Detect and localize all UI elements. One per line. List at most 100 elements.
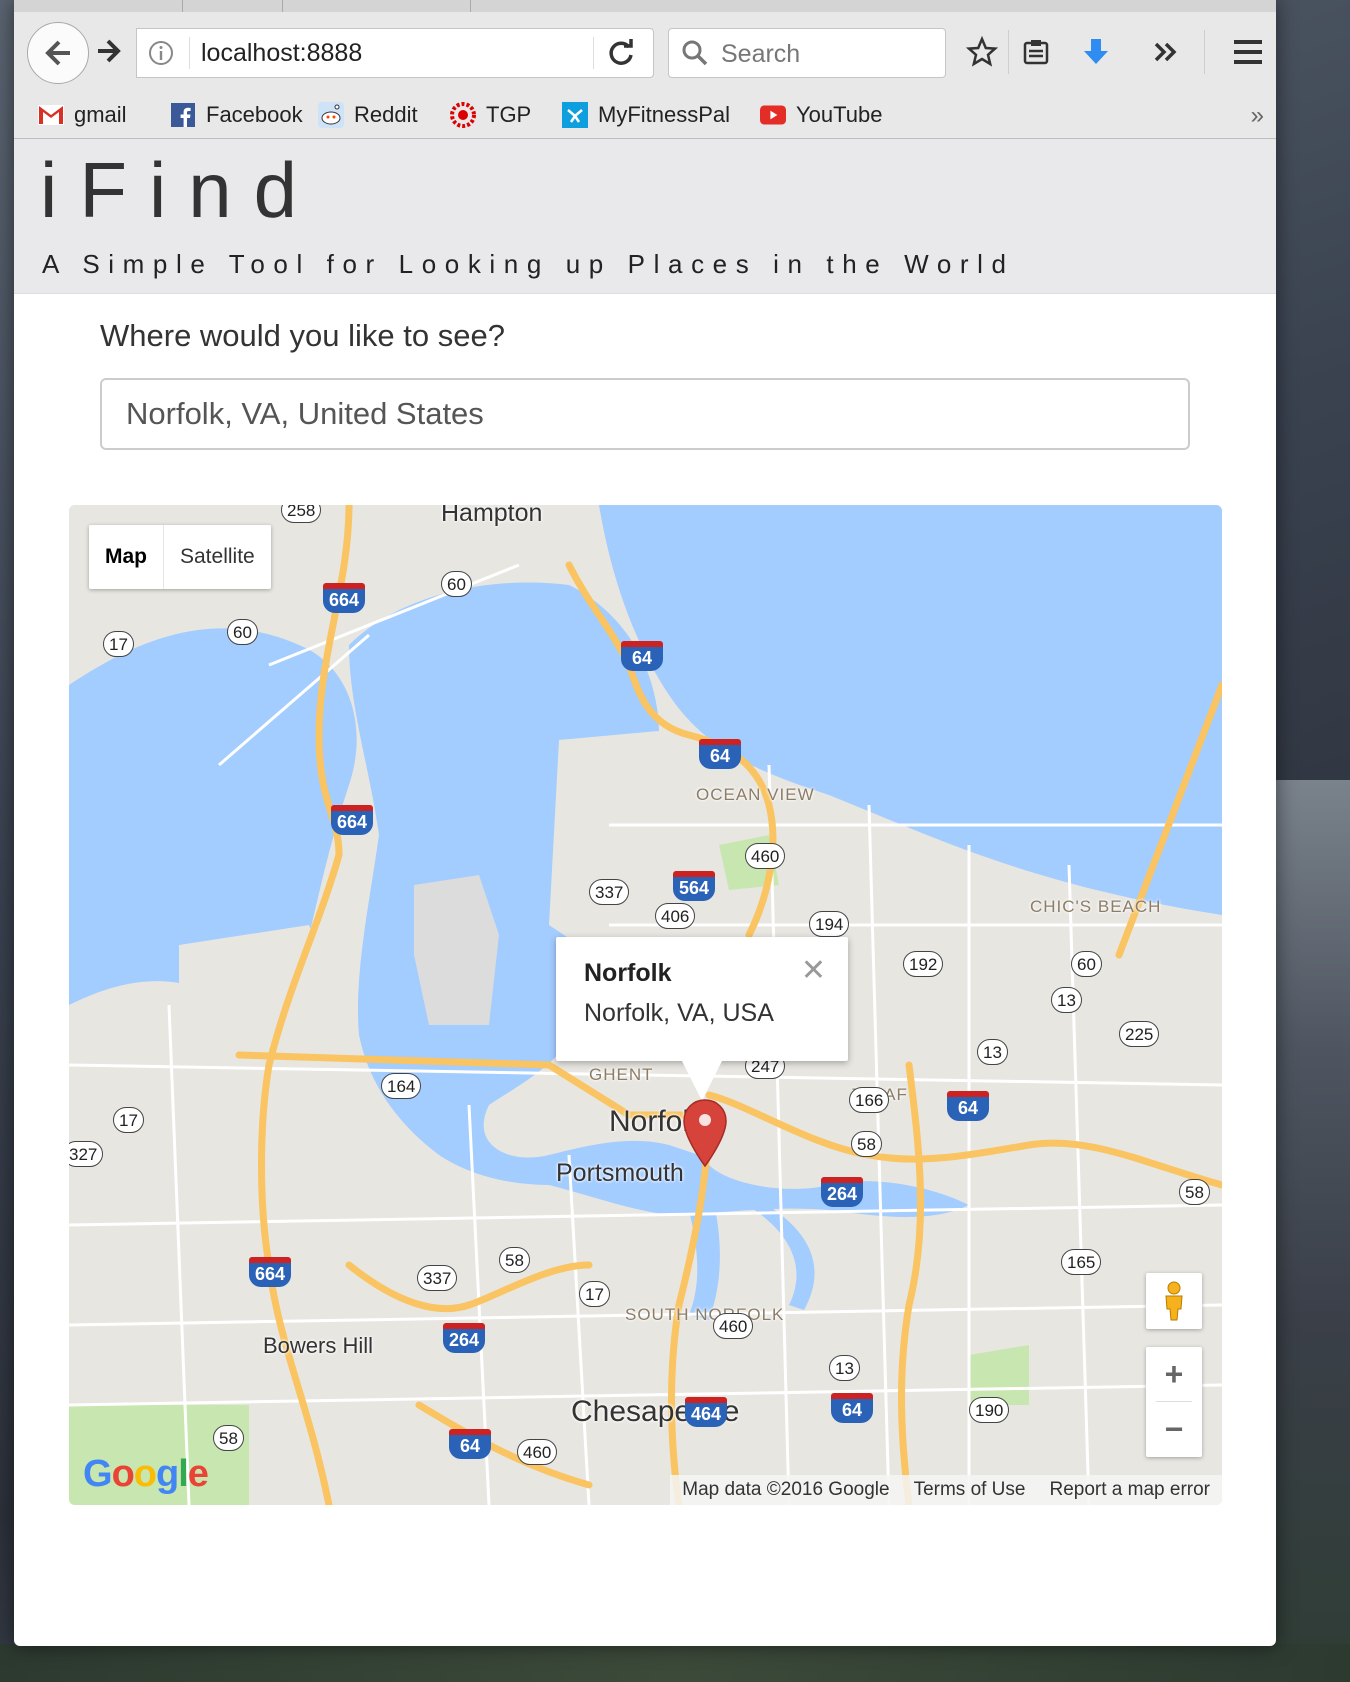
map-type-map-button[interactable]: Map bbox=[89, 525, 164, 589]
route-shield: 13 bbox=[977, 1039, 1008, 1065]
info-icon[interactable] bbox=[147, 39, 175, 67]
map-district-label: OCEAN VIEW bbox=[696, 785, 815, 804]
route-shield: 58 bbox=[851, 1131, 882, 1157]
route-shield: 460 bbox=[713, 1313, 754, 1339]
overflow-button[interactable] bbox=[1148, 34, 1184, 70]
interstate-shield: 564 bbox=[673, 871, 715, 901]
double-chevron-icon bbox=[1154, 42, 1177, 62]
route-shield: 60 bbox=[441, 571, 472, 597]
tab[interactable] bbox=[182, 0, 183, 12]
route-shield: 17 bbox=[113, 1107, 144, 1133]
route-shield: 60 bbox=[1071, 951, 1102, 977]
route-shield: 166 bbox=[849, 1087, 890, 1113]
star-icon bbox=[966, 36, 998, 67]
tab[interactable] bbox=[470, 0, 471, 12]
desktop-background bbox=[1275, 780, 1350, 1680]
bookmark-label: YouTube bbox=[796, 102, 883, 127]
bookmark-reddit[interactable]: Reddit bbox=[318, 100, 418, 130]
hamburger-icon bbox=[1234, 40, 1262, 64]
search-bar[interactable]: Search bbox=[668, 28, 946, 78]
tab[interactable] bbox=[282, 0, 283, 12]
map-view[interactable]: Hampton Norfolk Portsmouth Chesapeake Bo… bbox=[69, 505, 1222, 1505]
zoom-out-button[interactable]: − bbox=[1146, 1402, 1202, 1456]
map-type-satellite-button[interactable]: Satellite bbox=[164, 525, 271, 589]
interstate-shield: 64 bbox=[947, 1091, 989, 1121]
nav-toolbar: localhost:8888 Search bbox=[14, 12, 1276, 92]
close-icon[interactable]: ✕ bbox=[801, 953, 826, 988]
reload-icon[interactable] bbox=[605, 37, 637, 69]
interstate-shield: 64 bbox=[449, 1429, 491, 1459]
interstate-shield: 664 bbox=[331, 805, 373, 835]
map-city-label: Bowers Hill bbox=[263, 1333, 374, 1358]
url-text[interactable]: localhost:8888 bbox=[201, 39, 362, 68]
place-name: Norfolk bbox=[584, 959, 672, 987]
page-header: iFind A Simple Tool for Looking up Place… bbox=[14, 139, 1276, 294]
menu-button[interactable] bbox=[1230, 34, 1266, 70]
route-shield: 165 bbox=[1061, 1249, 1102, 1275]
map-marker-icon[interactable] bbox=[682, 1098, 728, 1168]
facebook-icon bbox=[170, 102, 196, 128]
more-bookmarks-button[interactable]: » bbox=[1251, 102, 1264, 130]
place-address: Norfolk, VA, USA bbox=[584, 999, 774, 1027]
myfitnesspal-icon bbox=[562, 102, 588, 128]
pegman-icon bbox=[1165, 1281, 1183, 1321]
street-view-pegman[interactable] bbox=[1146, 1273, 1202, 1329]
route-shield: 190 bbox=[969, 1397, 1010, 1423]
route-shield: 225 bbox=[1119, 1021, 1160, 1047]
route-shield: 17 bbox=[103, 631, 134, 657]
browser-window: localhost:8888 Search gmail Facebook Red… bbox=[14, 0, 1276, 1646]
back-button[interactable] bbox=[27, 22, 89, 84]
location-search-label: Where would you like to see? bbox=[100, 318, 505, 353]
map-district-label: CHIC'S BEACH bbox=[1030, 897, 1162, 916]
route-shield: 13 bbox=[829, 1355, 860, 1381]
bookmarks-bar: gmail Facebook Reddit TGP MyFitnessPal Y… bbox=[14, 92, 1276, 139]
bookmark-label: Facebook bbox=[206, 102, 303, 127]
interstate-shield: 464 bbox=[685, 1397, 727, 1427]
route-shield: 258 bbox=[281, 505, 322, 523]
interstate-shield: 264 bbox=[821, 1177, 863, 1207]
route-shield: 192 bbox=[903, 951, 944, 977]
bookmark-star-button[interactable] bbox=[964, 34, 1000, 70]
interstate-shield: 64 bbox=[621, 641, 663, 671]
zoom-in-button[interactable]: + bbox=[1146, 1347, 1202, 1401]
bookmark-gmail[interactable]: gmail bbox=[38, 100, 127, 130]
forward-arrow-icon bbox=[98, 39, 121, 63]
clipboard-icon bbox=[1023, 40, 1049, 65]
zoom-control: + − bbox=[1146, 1347, 1202, 1457]
route-shield: 337 bbox=[417, 1265, 458, 1291]
bookmark-label: MyFitnessPal bbox=[598, 102, 731, 127]
search-placeholder: Search bbox=[721, 40, 801, 68]
url-bar[interactable]: localhost:8888 bbox=[136, 28, 654, 78]
bookmark-label: gmail bbox=[74, 102, 127, 127]
map-footer: Map data ©2016 Google Terms of Use Repor… bbox=[670, 1475, 1222, 1505]
bookmark-tgp[interactable]: TGP bbox=[450, 100, 531, 130]
forward-button[interactable] bbox=[94, 36, 124, 66]
terms-of-use-link[interactable]: Terms of Use bbox=[902, 1479, 1038, 1501]
separator bbox=[1008, 30, 1009, 74]
google-logo[interactable]: Google bbox=[83, 1453, 209, 1496]
separator bbox=[1204, 30, 1205, 74]
bookmark-myfitnesspal[interactable]: MyFitnessPal bbox=[562, 100, 730, 130]
report-map-error-link[interactable]: Report a map error bbox=[1037, 1479, 1222, 1501]
downloads-button[interactable] bbox=[1078, 34, 1114, 70]
back-arrow-icon bbox=[45, 40, 70, 66]
route-shield: 58 bbox=[213, 1425, 244, 1451]
location-search-input[interactable] bbox=[100, 378, 1190, 450]
map-attribution: Map data ©2016 Google bbox=[682, 1479, 890, 1500]
route-shield: 58 bbox=[1179, 1179, 1210, 1205]
bookmark-youtube[interactable]: YouTube bbox=[760, 100, 882, 130]
route-shield: 194 bbox=[809, 911, 850, 937]
reading-list-button[interactable] bbox=[1018, 34, 1054, 70]
route-shield: 58 bbox=[499, 1247, 530, 1273]
youtube-icon bbox=[760, 102, 786, 128]
search-icon bbox=[682, 40, 708, 66]
route-shield: 164 bbox=[381, 1073, 422, 1099]
route-shield: 337 bbox=[589, 879, 630, 905]
bookmark-facebook[interactable]: Facebook bbox=[170, 100, 303, 130]
tgp-icon bbox=[450, 102, 476, 128]
interstate-shield: 64 bbox=[831, 1393, 873, 1423]
route-shield: 17 bbox=[579, 1281, 610, 1307]
map-city-label: Hampton bbox=[441, 505, 543, 527]
interstate-shield: 664 bbox=[249, 1257, 291, 1287]
bookmark-label: TGP bbox=[486, 102, 532, 127]
